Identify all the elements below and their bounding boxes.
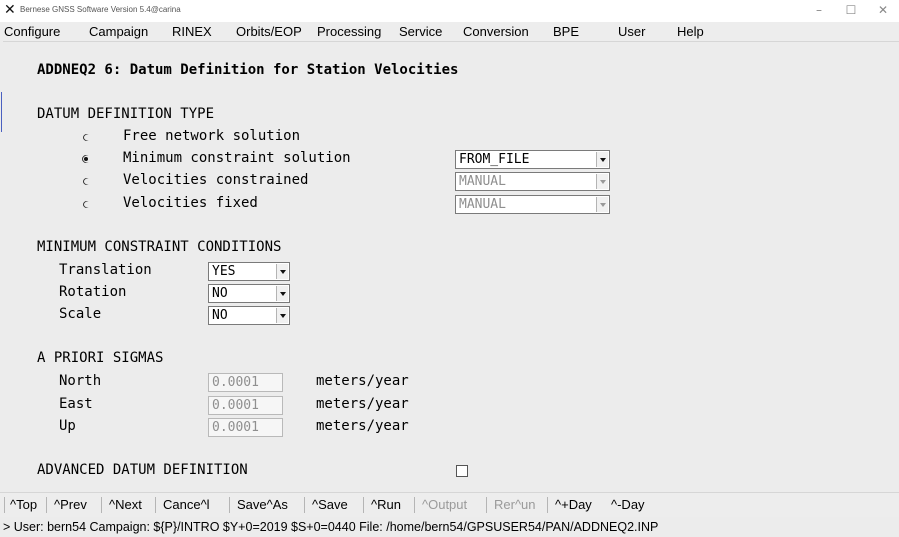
north-label: North — [59, 373, 102, 389]
sigmas-header: A PRIORI SIGMAS — [37, 350, 164, 366]
save-button[interactable]: ^Save — [312, 497, 348, 512]
close-icon[interactable]: ✕ — [872, 2, 894, 18]
min-constraint-header: MINIMUM CONSTRAINT CONDITIONS — [37, 239, 282, 255]
radio-free-network[interactable] — [82, 133, 90, 141]
menu-bpe[interactable]: BPE — [553, 24, 579, 39]
separator — [101, 497, 102, 513]
minimum-constraint-value: FROM_FILE — [459, 152, 530, 167]
separator — [4, 497, 5, 513]
rerun-button: Rer^un — [494, 497, 536, 512]
east-sigma-value: 0.0001 — [212, 398, 259, 413]
up-sigma-field: 0.0001 — [208, 418, 283, 437]
rotation-label: Rotation — [59, 284, 127, 300]
scale-select[interactable]: NO — [208, 306, 290, 325]
chevron-down-icon — [276, 264, 288, 279]
up-sigma-value: 0.0001 — [212, 420, 259, 435]
rotation-value: NO — [212, 286, 228, 301]
command-bar: ^Top ^Prev ^Next Cance^l Save^As ^Save ^… — [0, 492, 899, 517]
option-minimum-constraint-label: Minimum constraint solution — [123, 150, 351, 166]
velocities-fixed-select: MANUAL — [455, 195, 610, 214]
option-velocities-constrained-label: Velocities constrained — [123, 172, 309, 188]
separator — [363, 497, 364, 513]
velocities-fixed-value: MANUAL — [459, 197, 506, 212]
option-velocities-fixed-label: Velocities fixed — [123, 195, 258, 211]
datum-type-header: DATUM DEFINITION TYPE — [37, 106, 215, 122]
menu-rinex[interactable]: RINEX — [172, 24, 212, 39]
east-sigma-field: 0.0001 — [208, 396, 283, 415]
window-title: Bernese GNSS Software Version 5.4@carina — [20, 5, 181, 14]
advanced-datum-label: ADVANCED DATUM DEFINITION — [37, 462, 248, 478]
scale-value: NO — [212, 308, 228, 323]
rotation-select[interactable]: NO — [208, 284, 290, 303]
separator — [547, 497, 548, 513]
chevron-down-icon — [276, 308, 288, 323]
velocities-constrained-value: MANUAL — [459, 174, 506, 189]
minus-day-button[interactable]: ^-Day — [611, 497, 645, 512]
x-logo-icon: ✕ — [4, 2, 16, 18]
output-button: ^Output — [422, 497, 468, 512]
top-button[interactable]: ^Top — [10, 497, 37, 512]
info-bar: > User: bern54 Campaign: ${P}/INTRO $Y+0… — [0, 517, 899, 537]
radio-velocities-fixed[interactable] — [82, 200, 90, 208]
left-edge — [0, 40, 3, 480]
east-unit: meters/year — [316, 396, 409, 412]
menu-help[interactable]: Help — [677, 24, 704, 39]
up-unit: meters/year — [316, 418, 409, 434]
cancel-button[interactable]: Cance^l — [163, 497, 210, 512]
translation-value: YES — [212, 264, 236, 279]
separator — [414, 497, 415, 513]
panel-title: ADDNEQ2 6: Datum Definition for Station … — [37, 62, 459, 78]
menu-orbits-eop[interactable]: Orbits/EOP — [236, 24, 302, 39]
chevron-down-icon — [596, 174, 608, 189]
advanced-datum-checkbox[interactable] — [456, 465, 468, 477]
run-button[interactable]: ^Run — [371, 497, 401, 512]
translation-label: Translation — [59, 262, 152, 278]
maximize-icon[interactable]: ☐ — [840, 2, 862, 18]
north-unit: meters/year — [316, 373, 409, 389]
menu-bar: Configure Campaign RINEX Orbits/EOP Proc… — [0, 22, 899, 42]
radio-minimum-constraint[interactable] — [82, 155, 90, 163]
menu-service[interactable]: Service — [399, 24, 442, 39]
menu-processing[interactable]: Processing — [317, 24, 381, 39]
menu-campaign[interactable]: Campaign — [89, 24, 148, 39]
radio-velocities-constrained[interactable] — [82, 177, 90, 185]
separator — [486, 497, 487, 513]
plus-day-button[interactable]: ^+Day — [555, 497, 592, 512]
prev-button[interactable]: ^Prev — [54, 497, 87, 512]
chevron-down-icon — [276, 286, 288, 301]
menu-configure[interactable]: Configure — [4, 24, 60, 39]
menu-conversion[interactable]: Conversion — [463, 24, 529, 39]
north-sigma-field: 0.0001 — [208, 373, 283, 392]
up-label: Up — [59, 418, 76, 434]
info-text: > User: bern54 Campaign: ${P}/INTRO $Y+0… — [3, 520, 659, 534]
next-button[interactable]: ^Next — [109, 497, 142, 512]
separator — [229, 497, 230, 513]
window-titlebar: ✕ Bernese GNSS Software Version 5.4@cari… — [0, 0, 899, 22]
minimum-constraint-select[interactable]: FROM_FILE — [455, 150, 610, 169]
menu-user[interactable]: User — [618, 24, 645, 39]
minimize-icon[interactable]: – — [808, 2, 830, 18]
east-label: East — [59, 396, 93, 412]
chevron-down-icon — [596, 152, 608, 167]
separator — [155, 497, 156, 513]
translation-select[interactable]: YES — [208, 262, 290, 281]
chevron-down-icon — [596, 197, 608, 212]
save-as-button[interactable]: Save^As — [237, 497, 288, 512]
separator — [46, 497, 47, 513]
scale-label: Scale — [59, 306, 102, 322]
velocities-constrained-select: MANUAL — [455, 172, 610, 191]
option-free-network-label: Free network solution — [123, 128, 301, 144]
north-sigma-value: 0.0001 — [212, 375, 259, 390]
separator — [304, 497, 305, 513]
